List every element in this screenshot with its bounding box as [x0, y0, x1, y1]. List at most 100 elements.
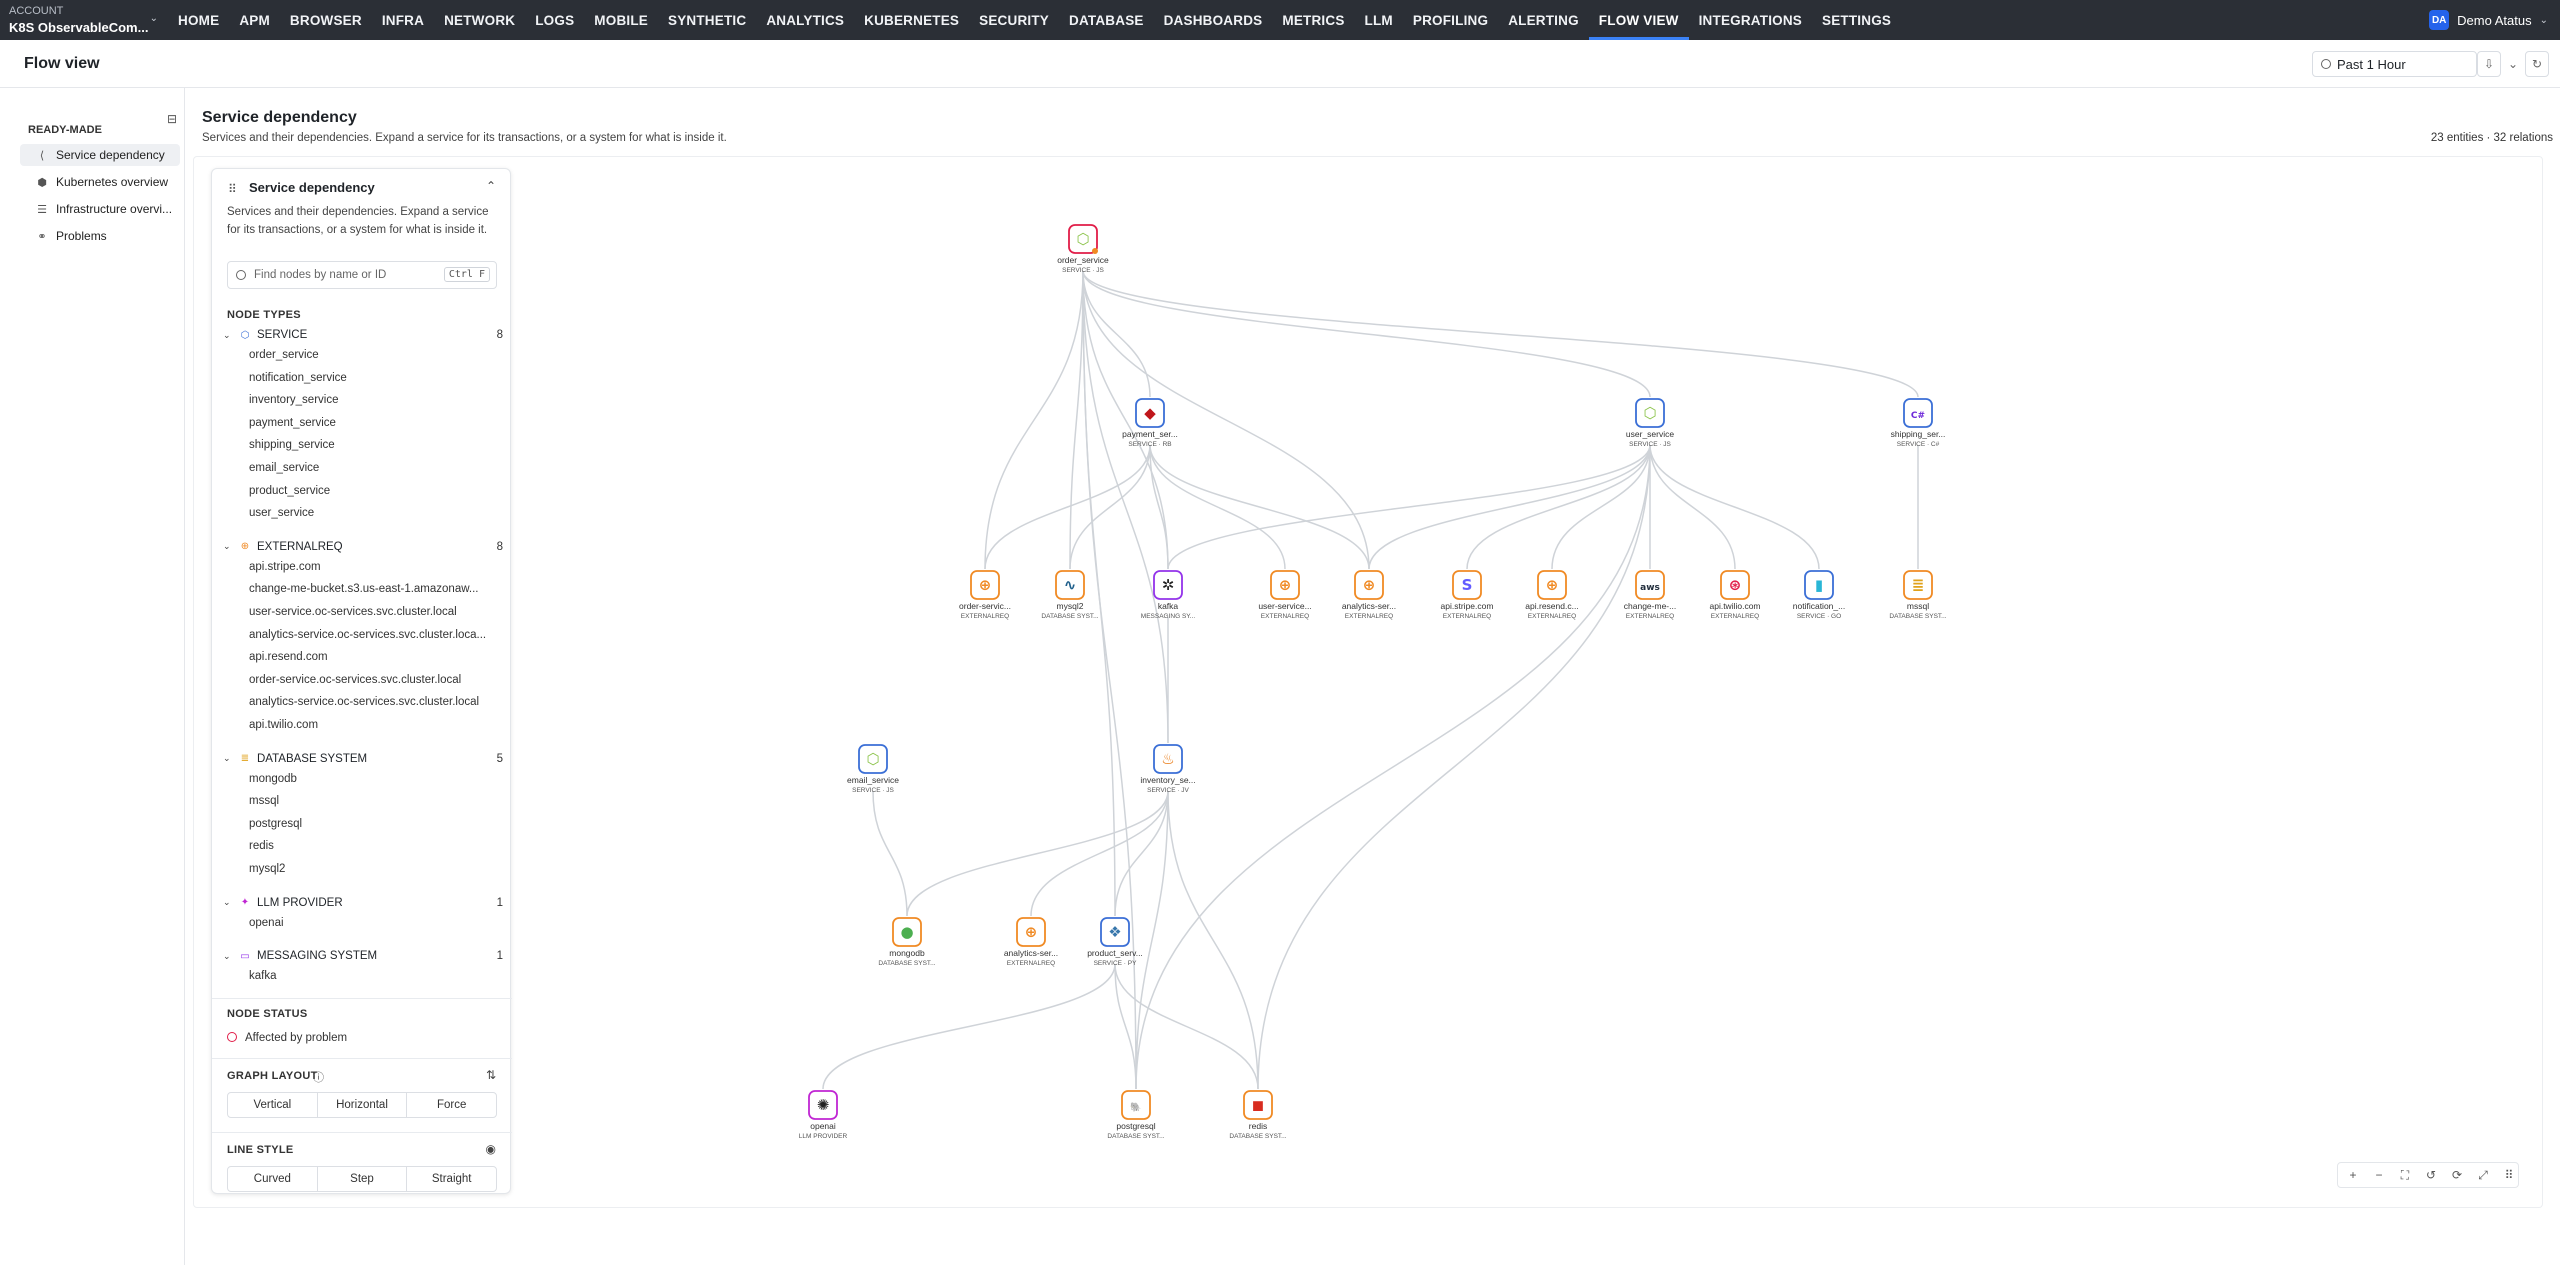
layout-option-vertical[interactable]: Vertical: [228, 1093, 317, 1117]
graph-canvas[interactable]: [193, 156, 2543, 1208]
node-list-item[interactable]: kafka: [249, 970, 499, 982]
nav-security[interactable]: SECURITY: [969, 0, 1059, 40]
chevron-up-icon[interactable]: ⌃: [486, 179, 496, 193]
node-group-service[interactable]: ⌄ ⬡ SERVICE 8: [223, 326, 503, 344]
layout-option-force[interactable]: Force: [406, 1092, 496, 1117]
node-list-item[interactable]: analytics-service.oc-services.svc.cluste…: [249, 629, 499, 641]
nav-mobile[interactable]: MOBILE: [584, 0, 658, 40]
node-type: EXTERNALREQ: [1711, 613, 1759, 620]
account-switcher[interactable]: ACCOUNT K8S ObservableCom... ⌄: [0, 0, 168, 40]
time-range-value: Past 1 Hour: [2337, 56, 2406, 72]
nav-synthetic[interactable]: SYNTHETIC: [658, 0, 756, 40]
node-list-item[interactable]: notification_service: [249, 372, 499, 384]
node-list-item[interactable]: user-service.oc-services.svc.cluster.loc…: [249, 606, 499, 618]
sidebar-item-kubernetes-overview[interactable]: ⬢ Kubernetes overview: [20, 171, 180, 193]
node-list-item[interactable]: change-me-bucket.s3.us-east-1.amazonaw..…: [249, 583, 499, 595]
layout-option-horizontal[interactable]: Horizontal: [316, 1092, 407, 1117]
node-list-item[interactable]: shipping_service: [249, 439, 499, 451]
nav-profiling[interactable]: PROFILING: [1403, 0, 1498, 40]
sidebar-item-service-dependency[interactable]: ⟨ Service dependency: [20, 144, 180, 166]
nav-network[interactable]: NETWORK: [434, 0, 525, 40]
collapse-sidebar-icon[interactable]: ⊟: [167, 112, 177, 126]
node-group-llm-provider[interactable]: ⌄ ✦ LLM PROVIDER 1: [223, 894, 503, 912]
expand-button[interactable]: ⤢: [2472, 1164, 2494, 1186]
node-list-item[interactable]: user_service: [249, 507, 499, 519]
nav-metrics[interactable]: METRICS: [1272, 0, 1354, 40]
nav-logs[interactable]: LOGS: [525, 0, 584, 40]
node-list-item[interactable]: api.twilio.com: [249, 719, 499, 731]
node-list-item[interactable]: analytics-service.oc-services.svc.cluste…: [249, 696, 499, 708]
node-type: DATABASE SYST...: [1229, 1133, 1286, 1140]
nav-integrations[interactable]: INTEGRATIONS: [1689, 0, 1812, 40]
nav-home[interactable]: HOME: [168, 0, 229, 40]
avatar: DA: [2429, 10, 2450, 30]
node-list-item[interactable]: order_service: [249, 349, 499, 361]
chevron-down-icon: ⌄: [2507, 57, 2519, 71]
stripe-icon: S: [1462, 576, 1473, 594]
nav-infra[interactable]: INFRA: [372, 0, 434, 40]
nav-alerting[interactable]: ALERTING: [1498, 0, 1589, 40]
node-list-item[interactable]: api.stripe.com: [249, 561, 499, 573]
line-option-curved[interactable]: Curved: [228, 1167, 317, 1191]
node-type-icon: ⊕: [240, 541, 250, 553]
time-range-picker[interactable]: Past 1 Hour: [2312, 51, 2477, 77]
info-icon[interactable]: ⓘ: [313, 1069, 324, 1085]
node-list-item[interactable]: payment_service: [249, 417, 499, 429]
nav-apm[interactable]: APM: [229, 0, 280, 40]
node-group-messaging-system[interactable]: ⌄ ▭ MESSAGING SYSTEM 1: [223, 947, 503, 965]
zoom-out-button[interactable]: −: [2368, 1164, 2390, 1186]
eye-icon[interactable]: ◉: [486, 1142, 496, 1156]
line-style-selector: Curved Step Straight: [227, 1165, 497, 1192]
user-icon: ⬡: [1643, 404, 1656, 422]
node-list-item[interactable]: postgresql: [249, 818, 499, 830]
node-type: EXTERNALREQ: [1261, 613, 1309, 620]
nav-database[interactable]: DATABASE: [1059, 0, 1154, 40]
nav-dashboards[interactable]: DASHBOARDS: [1154, 0, 1273, 40]
node-name: api.stripe.com: [1441, 601, 1494, 611]
grid-icon: ⠿: [2504, 1168, 2514, 1182]
node-list-item[interactable]: mssql: [249, 795, 499, 807]
redis-icon: ◼: [1252, 1096, 1264, 1114]
node-list-item[interactable]: redis: [249, 840, 499, 852]
time-dropdown-button[interactable]: ⌄: [2501, 51, 2525, 77]
sidebar-item-infrastructure-overvi-[interactable]: ☰ Infrastructure overvi...: [20, 198, 180, 220]
group-count: 8: [496, 329, 503, 341]
nav-kubernetes[interactable]: KUBERNETES: [854, 0, 969, 40]
nav-analytics[interactable]: ANALYTICS: [756, 0, 854, 40]
node-group-externalreq[interactable]: ⌄ ⊕ EXTERNALREQ 8: [223, 538, 503, 556]
sidebar-item-problems[interactable]: ⚭ Problems: [20, 225, 180, 247]
undo-button[interactable]: ↺: [2420, 1164, 2442, 1186]
nav-settings[interactable]: SETTINGS: [1812, 0, 1901, 40]
node-list-item[interactable]: product_service: [249, 485, 499, 497]
node-list-item[interactable]: openai: [249, 917, 499, 929]
node-name: change-me-...: [1624, 601, 1676, 611]
nav-llm[interactable]: LLM: [1355, 0, 1403, 40]
status-affected-by-problem[interactable]: Affected by problem: [227, 1031, 477, 1044]
refresh-button[interactable]: ⟳: [2446, 1164, 2468, 1186]
content-title: Service dependency: [202, 109, 357, 126]
mssql-icon: ≣: [1912, 576, 1925, 594]
node-list-item[interactable]: api.resend.com: [249, 651, 499, 663]
node-search-input[interactable]: Find nodes by name or ID Ctrl F: [227, 261, 497, 289]
node-list-item[interactable]: email_service: [249, 462, 499, 474]
node-list-item[interactable]: mongodb: [249, 773, 499, 785]
node-list-item[interactable]: mysql2: [249, 863, 499, 875]
line-option-straight[interactable]: Straight: [406, 1166, 496, 1191]
zoom-in-button[interactable]: +: [2342, 1164, 2364, 1186]
sort-icon[interactable]: ⇅: [486, 1068, 496, 1082]
search-placeholder: Find nodes by name or ID: [254, 269, 387, 281]
refresh-button[interactable]: ↻: [2525, 51, 2549, 77]
fit-button[interactable]: ⛶: [2394, 1164, 2416, 1186]
line-option-step[interactable]: Step: [316, 1166, 407, 1191]
analytics1-icon: ⊕: [1363, 576, 1376, 594]
node-group-database-system[interactable]: ⌄ ≣ DATABASE SYSTEM 5: [223, 750, 503, 768]
sidebar-item-label: Kubernetes overview: [56, 175, 169, 189]
notification-icon: ▮: [1815, 576, 1823, 594]
grid-button[interactable]: ⠿: [2498, 1164, 2520, 1186]
user-menu[interactable]: DA Demo Atatus ⌄: [2429, 0, 2548, 40]
nav-flow-view[interactable]: FLOW VIEW: [1588, 0, 1689, 40]
node-list-item[interactable]: order-service.oc-services.svc.cluster.lo…: [249, 674, 499, 686]
pin-button[interactable]: ⇩: [2477, 51, 2501, 77]
nav-browser[interactable]: BROWSER: [280, 0, 372, 40]
node-list-item[interactable]: inventory_service: [249, 394, 499, 406]
